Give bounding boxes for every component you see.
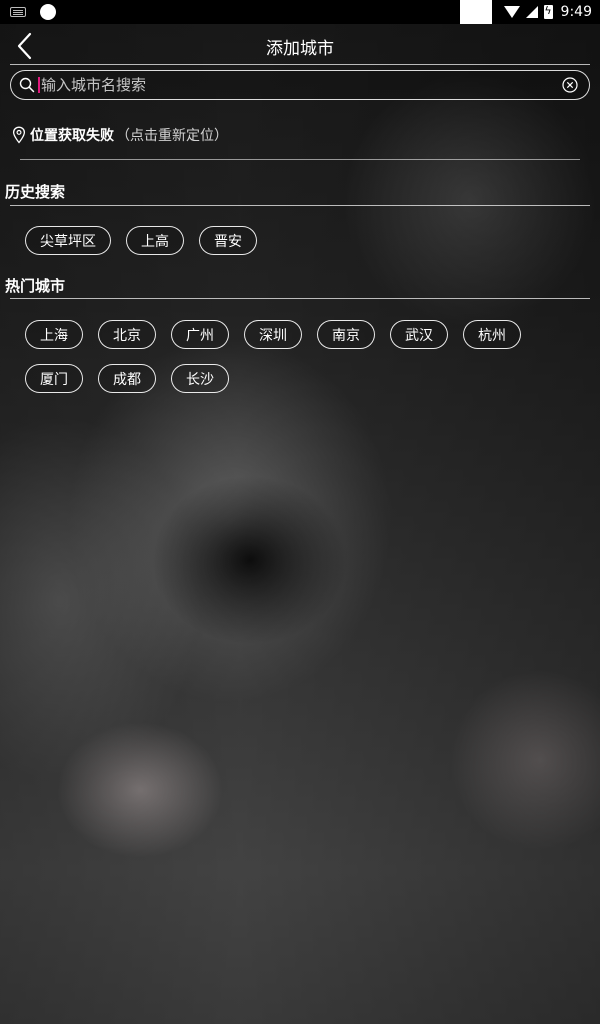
notification-box (459, 0, 492, 24)
location-status: 位置获取失败 (30, 128, 114, 144)
hot-city-chip[interactable]: 上海 (25, 320, 83, 349)
background-overlay (0, 0, 600, 1024)
status-bar: 9:49 (0, 0, 600, 24)
history-chip[interactable]: 尖草坪区 (25, 226, 111, 255)
search-bar[interactable] (10, 70, 590, 100)
location-hint: （点击重新定位） (116, 128, 228, 144)
history-divider (10, 205, 590, 206)
history-chip[interactable]: 上高 (126, 226, 184, 255)
hot-city-chip[interactable]: 成都 (98, 364, 156, 393)
hot-city-chip[interactable]: 南京 (317, 320, 375, 349)
hot-city-chip[interactable]: 广州 (171, 320, 229, 349)
clear-circle-icon[interactable] (562, 77, 578, 93)
location-divider (20, 159, 580, 160)
hot-city-chip[interactable]: 深圳 (244, 320, 302, 349)
hot-cities-title: 热门城市 (5, 277, 66, 295)
page-title: 添加城市 (266, 39, 334, 59)
history-chip[interactable]: 晋安 (199, 226, 257, 255)
wifi-icon (503, 6, 520, 18)
location-retry[interactable]: 位置获取失败 （点击重新定位） (12, 124, 228, 146)
hot-city-chip[interactable]: 厦门 (25, 364, 83, 393)
hot-city-chip[interactable]: 长沙 (171, 364, 229, 393)
battery-charging-icon (543, 3, 553, 19)
header: 添加城市 (0, 24, 600, 66)
header-divider (10, 64, 590, 65)
hot-city-chip[interactable]: 北京 (98, 320, 156, 349)
history-chips: 尖草坪区 上高 晋安 (25, 226, 585, 270)
history-title: 历史搜索 (5, 183, 66, 201)
search-input[interactable] (40, 71, 562, 99)
circle-icon (40, 4, 56, 20)
hot-city-chip[interactable]: 杭州 (463, 320, 521, 349)
status-time: 9:49 (560, 4, 592, 20)
location-pin-icon (12, 126, 26, 144)
search-icon (19, 77, 35, 93)
keyboard-icon (10, 7, 26, 17)
hot-city-chip[interactable]: 武汉 (390, 320, 448, 349)
hot-city-chips: 上海 北京 广州 深圳 南京 武汉 杭州 厦门 成都 长沙 (25, 320, 555, 408)
signal-icon (525, 6, 538, 18)
hot-cities-divider (10, 298, 590, 299)
